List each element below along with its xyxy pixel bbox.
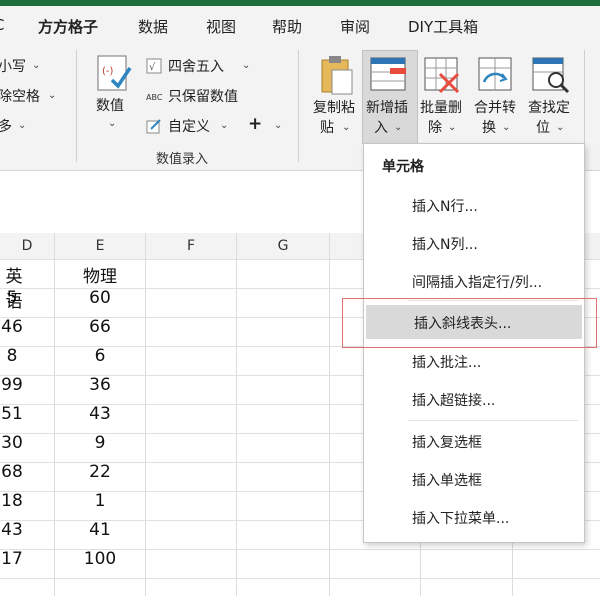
custom-button[interactable]: 自定义 (168, 116, 210, 136)
numeric-value-icon: (-) (97, 55, 132, 91)
chevron-down-icon: ⌄ (220, 120, 229, 131)
new-insert-label: 新增插 (366, 100, 408, 116)
merge-convert-icon (478, 57, 512, 91)
new-insert-label-2: 入 (374, 120, 388, 136)
cell-english[interactable]: 68 (0, 462, 24, 482)
tab-help[interactable]: 帮助 (272, 16, 302, 37)
menu-item-insert-checkbox[interactable]: 插入复选框 (364, 424, 584, 458)
batch-delete-icon (424, 57, 460, 94)
cell-english[interactable]: 5 (0, 288, 24, 308)
menu-item-insert-n-rows[interactable]: 插入N行... (364, 188, 584, 222)
chevron-down-icon: ⌄ (48, 90, 57, 101)
menu-section-title: 单元格 (382, 159, 424, 175)
cell-physics[interactable]: 1 (55, 491, 145, 511)
plus-button[interactable]: + (248, 114, 262, 134)
group-separator (298, 50, 299, 162)
tab-diy-toolbox[interactable]: DIY工具箱 (408, 16, 478, 37)
round-icon: √ (146, 58, 162, 74)
tab-view[interactable]: 视图 (206, 16, 236, 37)
svg-text:(-): (-) (102, 66, 114, 77)
batch-delete-button[interactable]: 批量删 (420, 98, 462, 118)
chevron-down-icon: ⌄ (274, 120, 283, 131)
find-locate-label-2: 位 (536, 120, 550, 136)
column-header-d[interactable]: D (0, 233, 54, 260)
ribbon-tab-bar: C 方方格子 数据 视图 帮助 审阅 DIY工具箱 (0, 6, 600, 45)
insert-row-icon (370, 57, 406, 91)
column-header-f[interactable]: F (146, 233, 236, 260)
column-header-g[interactable]: G (237, 233, 329, 260)
cell-physics[interactable]: 22 (55, 462, 145, 482)
svg-text:ABC: ABC (146, 93, 162, 102)
clipboard-paste-icon (321, 56, 353, 95)
cell-physics[interactable]: 66 (55, 317, 145, 337)
merge-convert-button[interactable]: 合并转 (474, 98, 516, 118)
copy-paste-label-2: 贴 (320, 120, 334, 136)
highlight-annotation-box (342, 298, 597, 348)
cell-physics[interactable]: 43 (55, 404, 145, 424)
chevron-down-icon: ⌄ (394, 122, 403, 133)
tab-review[interactable]: 审阅 (340, 16, 370, 37)
keep-value-button[interactable]: 只保留数值 (168, 86, 238, 106)
cell-english[interactable]: 51 (0, 404, 24, 424)
menu-item-insert-comment[interactable]: 插入批注... (364, 344, 584, 378)
svg-text:√: √ (149, 62, 156, 73)
remove-space-button[interactable]: 除空格 (0, 86, 40, 106)
group-separator (76, 50, 77, 162)
cell-physics[interactable]: 100 (55, 549, 145, 569)
keep-value-icon: ABC (146, 93, 162, 102)
cell-english[interactable]: 99 (0, 375, 24, 395)
find-locate-icon (532, 57, 570, 94)
chevron-down-icon: ⌄ (32, 60, 41, 71)
chevron-down-icon: ⌄ (342, 122, 351, 133)
group-label-numeric-input: 数值录入 (156, 152, 209, 167)
cell-english[interactable]: 30 (0, 433, 24, 453)
batch-delete-label-2: 除 (428, 120, 442, 136)
numeric-value-button[interactable]: 数值 (96, 96, 124, 116)
round-button[interactable]: 四舍五入 (168, 56, 224, 76)
chevron-down-icon: ⌄ (242, 60, 251, 71)
case-button[interactable]: 小写 (0, 56, 26, 76)
tab-fangfang[interactable]: 方方格子 (38, 16, 98, 37)
cell-physics[interactable]: 60 (55, 288, 145, 308)
merge-convert-label-2: 换 (482, 120, 496, 136)
cell-header-physics[interactable]: 物理 (55, 262, 145, 287)
cell-physics[interactable]: 41 (55, 520, 145, 540)
cell-physics[interactable]: 36 (55, 375, 145, 395)
more-button[interactable]: 多 (0, 116, 12, 136)
chevron-down-icon: ⌄ (502, 122, 511, 133)
chevron-down-icon: ⌄ (18, 120, 27, 131)
menu-item-insert-radio[interactable]: 插入单选框 (364, 462, 584, 496)
tab-data[interactable]: 数据 (138, 16, 168, 37)
chevron-down-icon: ⌄ (448, 122, 457, 133)
menu-item-insert-n-cols[interactable]: 插入N列... (364, 226, 584, 260)
cell-english[interactable]: 17 (0, 549, 24, 569)
menu-item-insert-dropdown[interactable]: 插入下拉菜单... (364, 500, 584, 534)
cell-physics[interactable]: 9 (55, 433, 145, 453)
tab-partial[interactable]: C (0, 16, 4, 34)
menu-item-insert-hyperlink[interactable]: 插入超链接... (364, 382, 584, 416)
copy-paste-label[interactable]: 复制粘 (313, 98, 355, 118)
cell-physics[interactable]: 6 (55, 346, 145, 366)
menu-item-interval-insert[interactable]: 间隔插入指定行/列... (364, 264, 584, 298)
chevron-down-icon: ⌄ (556, 122, 565, 133)
cell-english[interactable]: 46 (0, 317, 24, 337)
cell-english[interactable]: 43 (0, 520, 24, 540)
menu-separator (408, 420, 578, 421)
find-locate-button[interactable]: 查找定 (528, 98, 570, 118)
cell-english[interactable]: 18 (0, 491, 24, 511)
cell-english[interactable]: 8 (0, 346, 24, 366)
column-header-e[interactable]: E (55, 233, 145, 260)
row-line (0, 578, 600, 579)
custom-edit-icon (146, 119, 161, 134)
chevron-down-icon: ⌄ (108, 118, 117, 129)
